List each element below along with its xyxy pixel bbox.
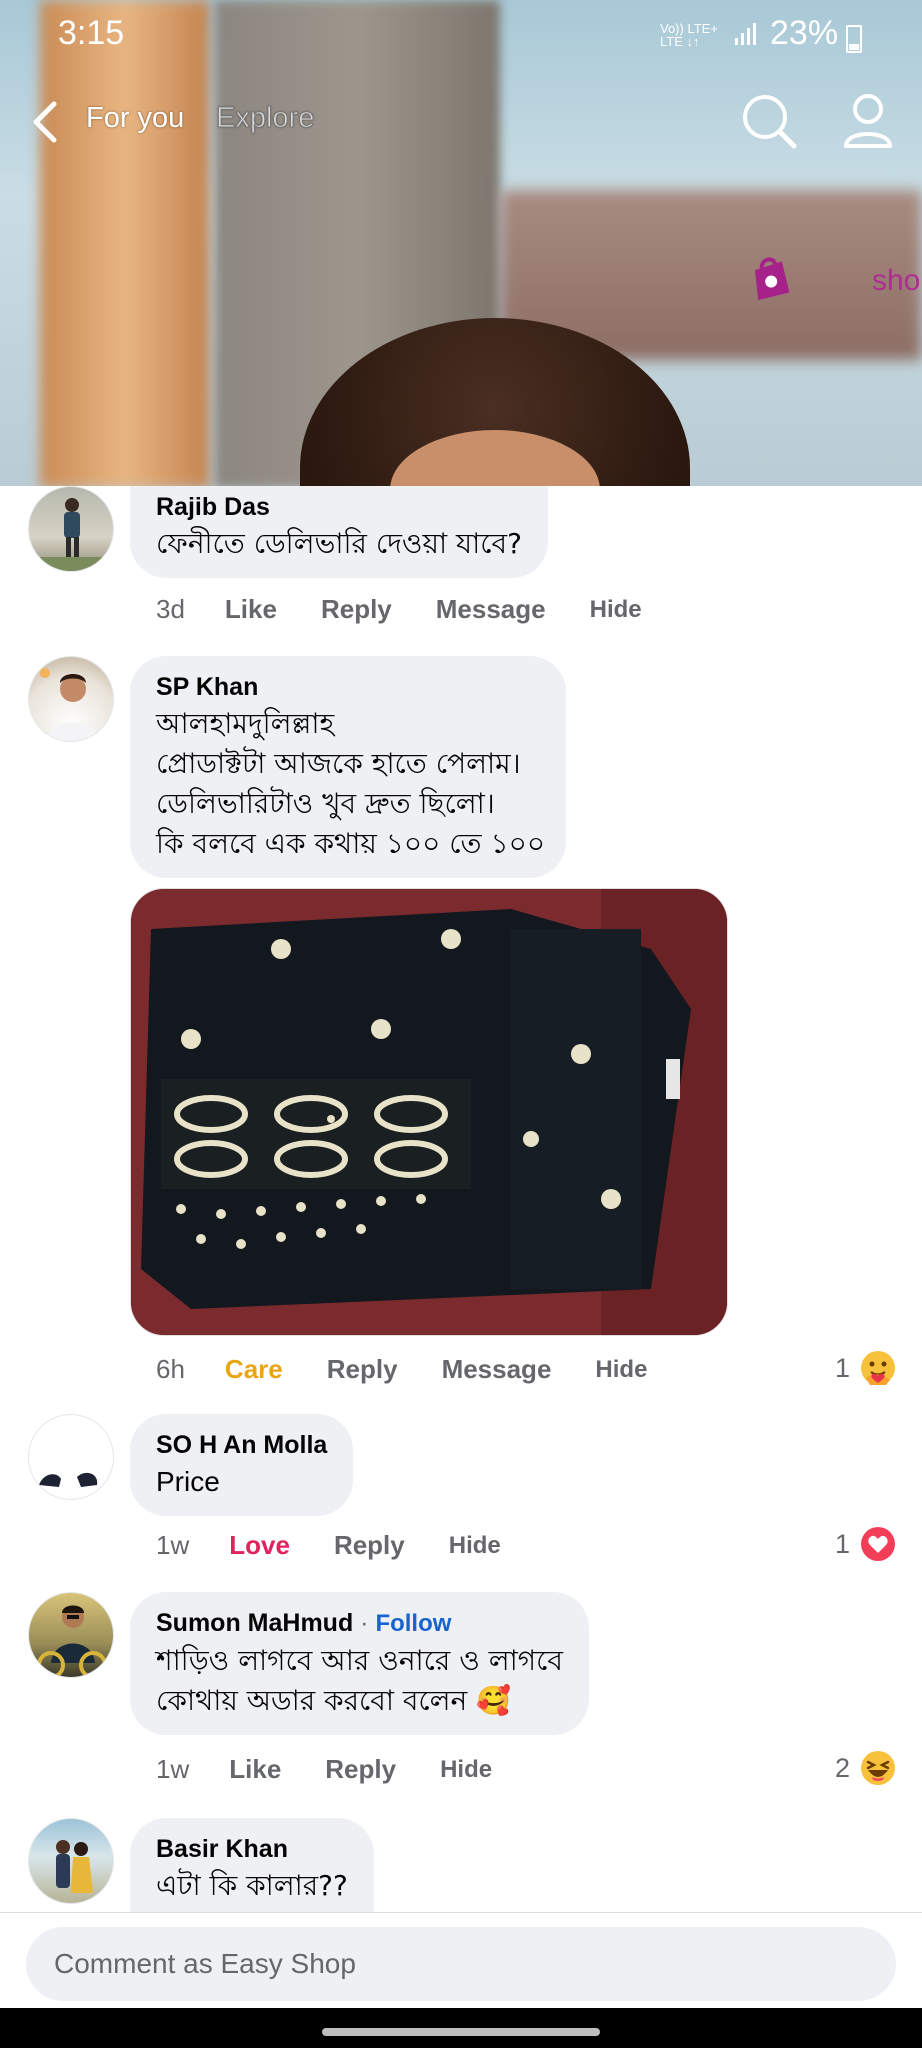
love-reaction-button[interactable]: Love: [229, 1530, 290, 1561]
comment-actions: 1w Like Reply Hide: [156, 1754, 536, 1785]
comment-text: ফেনীতে ডেলিভারি দেওয়া যাবে?: [156, 527, 522, 560]
reply-button[interactable]: Reply: [334, 1530, 405, 1561]
avatar[interactable]: [28, 656, 114, 742]
avatar[interactable]: [28, 1818, 114, 1904]
follow-button[interactable]: Follow: [375, 1610, 451, 1637]
avatar[interactable]: [28, 1414, 114, 1500]
comment-bubble: SP Khan আলহামদুলিল্লাহ প্রোডাক্টটা আজকে …: [130, 656, 566, 878]
comment-author-row: Sumon MaHmud · Follow: [156, 1609, 452, 1637]
comment-author[interactable]: SP Khan: [156, 670, 540, 704]
reply-button[interactable]: Reply: [325, 1754, 396, 1785]
avatar[interactable]: [28, 1592, 114, 1678]
comment-time: 6h: [156, 1354, 185, 1384]
comment-actions: 3d Like Reply Message Hide: [156, 594, 686, 625]
profile-icon[interactable]: [840, 92, 896, 150]
care-reaction-button[interactable]: Care: [225, 1354, 283, 1385]
status-time: 3:15: [58, 14, 125, 52]
tab-for-you[interactable]: For you: [86, 102, 184, 135]
avatar[interactable]: [28, 486, 114, 572]
comment-text: Price: [156, 1466, 220, 1497]
shop-bag-icon: [744, 249, 791, 301]
video-background: [40, 0, 210, 488]
reaction-summary[interactable]: 2: [835, 1750, 896, 1786]
care-emoji-icon: [860, 1350, 896, 1386]
comment-bubble: SO H An Molla Price: [130, 1414, 354, 1516]
comment-text: প্রোডাক্টটা আজকে হাতে পেলাম।: [156, 747, 521, 780]
message-button[interactable]: Message: [436, 594, 546, 625]
comment-bubble: Sumon MaHmud · Follow শাড়িও লাগবে আর ওন…: [130, 1592, 589, 1735]
video-player[interactable]: sho 3:15 Vo)) LTE+ LTE ↓↑ 23% For you Exp…: [0, 0, 922, 488]
hide-button[interactable]: Hide: [595, 1356, 647, 1384]
comment-time: 3d: [156, 594, 185, 624]
video-overlay-text: sho: [872, 264, 921, 297]
reply-button[interactable]: Reply: [321, 594, 392, 625]
comment-author[interactable]: Basir Khan: [156, 1832, 348, 1866]
comment-text: আলহামদুলিল্লাহ: [156, 707, 335, 740]
comment-actions: 6h Care Reply Message Hide: [156, 1354, 691, 1385]
comment-time: 1w: [156, 1754, 190, 1784]
back-arrow-icon[interactable]: [28, 100, 68, 144]
comment-author[interactable]: SO H An Molla: [156, 1428, 327, 1462]
comments-sheet: Rajib Das ফেনীতে ডেলিভারি দেওয়া যাবে? 3…: [0, 486, 922, 1922]
comment-photo[interactable]: [130, 888, 728, 1336]
reaction-count: 1: [834, 1352, 850, 1383]
like-button[interactable]: Like: [225, 594, 277, 625]
search-icon[interactable]: [740, 92, 798, 150]
message-button[interactable]: Message: [442, 1354, 552, 1385]
comment-bubble: Rajib Das ফেনীতে ডেলিভারি দেওয়া যাবে?: [130, 486, 548, 578]
comment-text: শাড়িও লাগবে আর ওনারে ও লাগবে: [156, 1644, 563, 1677]
battery-icon: [846, 25, 862, 53]
comment-composer-bar: Comment as Easy Shop: [0, 1912, 922, 2008]
top-navigation: For you Explore: [0, 90, 922, 150]
comment-text: ডেলিভারিটাও খুব দ্রুত ছিলো।: [156, 787, 495, 820]
home-gesture-handle[interactable]: [322, 2028, 600, 2036]
like-button[interactable]: Like: [229, 1754, 281, 1785]
reply-button[interactable]: Reply: [327, 1354, 398, 1385]
comment-text: এটা কি কালার??: [156, 1869, 348, 1902]
comment-input[interactable]: Comment as Easy Shop: [26, 1927, 896, 2001]
comment-text: কি বলবে এক কথায় ১০০ তে ১০০: [156, 827, 546, 860]
hide-button[interactable]: Hide: [440, 1756, 492, 1784]
reaction-count: 1: [834, 1528, 850, 1559]
system-navigation-bar: [0, 2008, 922, 2048]
reaction-count: 2: [834, 1752, 850, 1783]
comment-text: কোথায় অডার করবো বলেন 🥰: [156, 1684, 512, 1717]
battery-percent: 23%: [770, 14, 839, 52]
comment-time: 1w: [156, 1530, 190, 1560]
signal-icon: [734, 22, 760, 53]
hide-button[interactable]: Hide: [449, 1532, 501, 1560]
comment-author[interactable]: Rajib Das: [156, 490, 522, 524]
reaction-summary[interactable]: 1: [835, 1526, 896, 1562]
hide-button[interactable]: Hide: [590, 596, 642, 624]
love-heart-icon: [860, 1526, 896, 1562]
haha-emoji-icon: [860, 1750, 896, 1786]
comment-actions: 1w Love Reply Hide: [156, 1530, 545, 1561]
comment-bubble: Basir Khan এটা কি কালার??: [130, 1818, 374, 1914]
status-bar: 3:15 Vo)) LTE+ LTE ↓↑ 23%: [0, 0, 922, 66]
tab-explore[interactable]: Explore: [215, 102, 314, 135]
reaction-summary[interactable]: 1: [835, 1350, 896, 1386]
comment-author[interactable]: Sumon MaHmud: [156, 1609, 353, 1637]
network-indicator: Vo)) LTE+ LTE ↓↑: [660, 21, 718, 49]
